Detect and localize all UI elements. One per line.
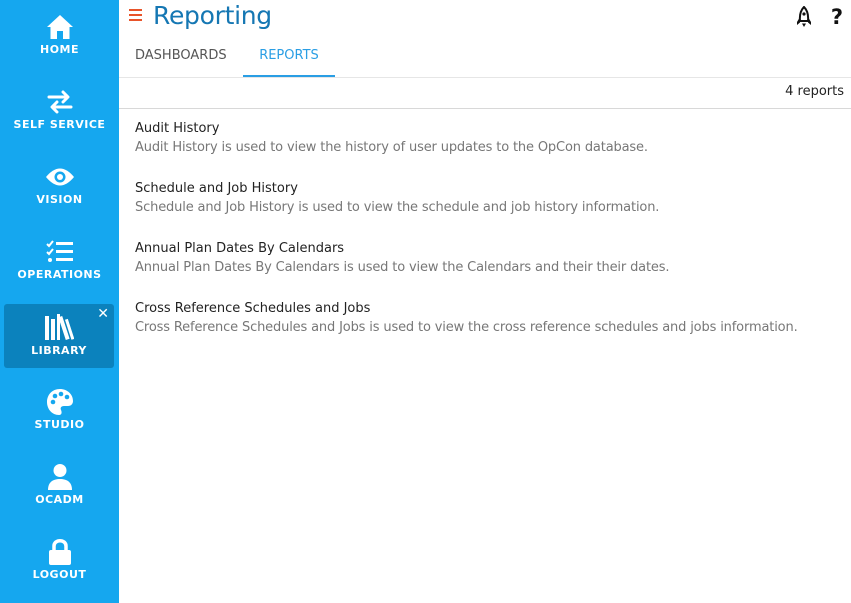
- sidebar-item-label: STUDIO: [34, 418, 85, 431]
- rocket-icon[interactable]: [794, 6, 814, 28]
- sidebar-item-operations[interactable]: OPERATIONS: [0, 229, 119, 295]
- list-item[interactable]: Cross Reference Schedules and Jobs Cross…: [135, 299, 835, 338]
- sidebar-item-label: LOGOUT: [32, 568, 87, 581]
- sidebar-item-library[interactable]: LIBRARY ✕: [4, 304, 114, 368]
- user-icon: [0, 462, 119, 492]
- sidebar-item-label: VISION: [36, 193, 83, 206]
- sidebar-item-label: OPERATIONS: [17, 268, 102, 281]
- palette-icon: [0, 387, 119, 417]
- list-item[interactable]: Schedule and Job History Schedule and Jo…: [135, 179, 835, 218]
- report-count: 4 reports: [785, 84, 844, 99]
- sidebar: HOME SELF SERVICE VISION OPERATIONS LIBR…: [0, 0, 119, 603]
- sidebar-item-home[interactable]: HOME: [0, 4, 119, 70]
- home-icon: [0, 12, 119, 42]
- sidebar-item-label: HOME: [39, 43, 80, 56]
- report-description: Schedule and Job History is used to view…: [135, 200, 660, 215]
- swap-arrows-icon: [0, 87, 119, 117]
- report-description: Audit History is used to view the histor…: [135, 140, 648, 155]
- list-item[interactable]: Annual Plan Dates By Calendars Annual Pl…: [135, 239, 835, 278]
- sidebar-item-label: OCADM: [35, 493, 84, 506]
- report-title[interactable]: Schedule and Job History: [135, 179, 835, 198]
- list-divider: [119, 108, 851, 109]
- sidebar-item-self-service[interactable]: SELF SERVICE: [0, 79, 119, 145]
- list-item[interactable]: Audit History Audit History is used to v…: [135, 119, 835, 158]
- report-title[interactable]: Annual Plan Dates By Calendars: [135, 239, 835, 258]
- sidebar-item-studio[interactable]: STUDIO: [0, 379, 119, 445]
- sidebar-item-label: LIBRARY: [31, 344, 87, 357]
- eye-icon: [0, 162, 119, 192]
- report-description: Cross Reference Schedules and Jobs is us…: [135, 320, 798, 335]
- help-icon[interactable]: ?: [827, 6, 847, 28]
- sidebar-item-logout[interactable]: LOGOUT: [0, 529, 119, 595]
- report-title[interactable]: Audit History: [135, 119, 835, 138]
- sidebar-item-label: SELF SERVICE: [13, 118, 106, 131]
- sidebar-item-ocadm[interactable]: OCADM: [0, 454, 119, 520]
- report-description: Annual Plan Dates By Calendars is used t…: [135, 260, 670, 275]
- tab-dashboards[interactable]: DASHBOARDS: [135, 48, 227, 77]
- report-title[interactable]: Cross Reference Schedules and Jobs: [135, 299, 835, 318]
- tabs-divider: [119, 77, 851, 78]
- checklist-icon: [0, 237, 119, 267]
- close-icon[interactable]: ✕: [97, 306, 109, 322]
- tab-reports[interactable]: REPORTS: [243, 48, 335, 77]
- page-title: Reporting: [153, 1, 272, 30]
- lock-icon: [0, 537, 119, 567]
- sidebar-item-vision[interactable]: VISION: [0, 154, 119, 220]
- menu-hamburger-icon[interactable]: [129, 8, 142, 22]
